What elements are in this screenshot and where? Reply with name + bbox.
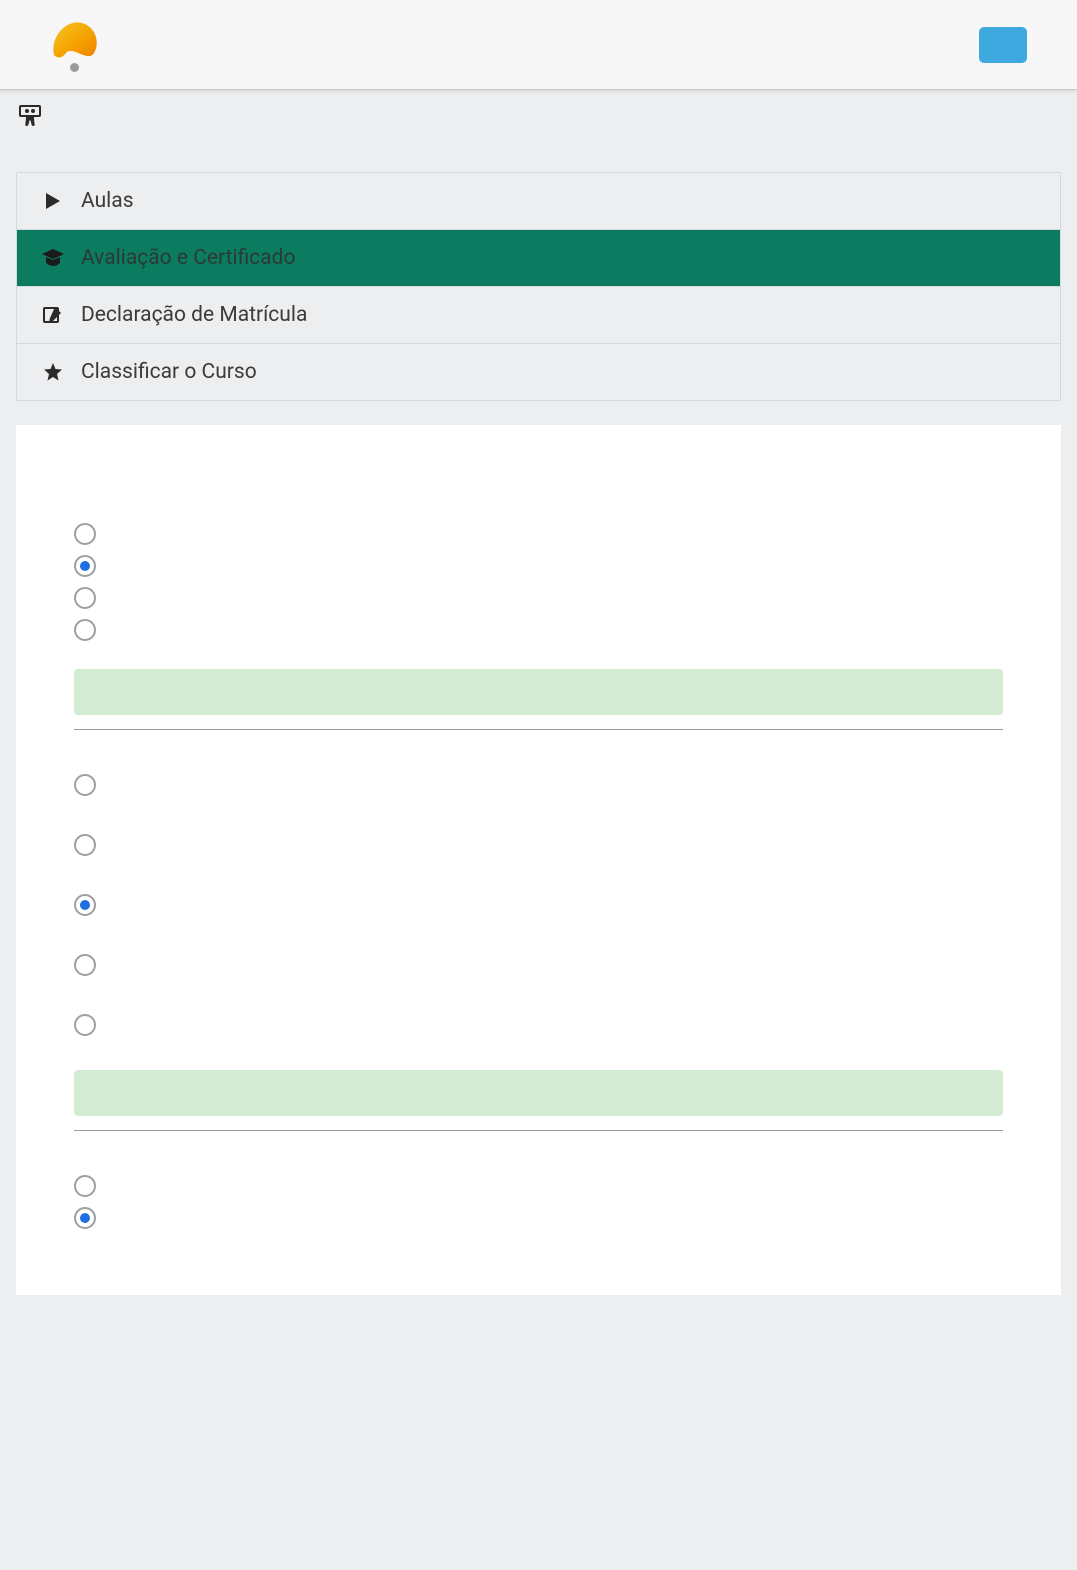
radio-input[interactable] xyxy=(74,555,96,577)
tab-label: Classificar o Curso xyxy=(81,360,257,384)
options-group xyxy=(74,519,1003,645)
tab-label: Declaração de Matrícula xyxy=(81,303,307,327)
option-row[interactable] xyxy=(74,1010,1003,1040)
radio-input[interactable] xyxy=(74,894,96,916)
option-row[interactable] xyxy=(74,551,1003,581)
radio-input[interactable] xyxy=(74,619,96,641)
pen-square-icon xyxy=(41,305,65,325)
menu-toggle-button[interactable] xyxy=(979,27,1027,63)
star-icon xyxy=(41,362,65,382)
tab-aulas[interactable]: Aulas xyxy=(17,173,1060,229)
option-row[interactable] xyxy=(74,1171,1003,1201)
radio-input[interactable] xyxy=(74,834,96,856)
option-row[interactable] xyxy=(74,890,1003,920)
question-block xyxy=(74,519,1003,730)
option-row[interactable] xyxy=(74,950,1003,980)
course-tabs: Aulas Avaliação e Certificado Declaração… xyxy=(16,172,1061,401)
radio-input[interactable] xyxy=(74,1175,96,1197)
question-block xyxy=(74,770,1003,1131)
option-row[interactable] xyxy=(74,615,1003,645)
feedback-success xyxy=(74,669,1003,715)
option-row[interactable] xyxy=(74,830,1003,860)
options-group xyxy=(74,770,1003,1040)
tab-label: Aulas xyxy=(81,189,134,213)
question-block xyxy=(74,1171,1003,1233)
question-divider xyxy=(74,729,1003,730)
question-divider xyxy=(74,1130,1003,1131)
graduation-cap-icon xyxy=(41,249,65,267)
radio-input[interactable] xyxy=(74,954,96,976)
option-row[interactable] xyxy=(74,583,1003,613)
slideshare-icon xyxy=(18,104,42,128)
radio-input[interactable] xyxy=(74,1207,96,1229)
options-group xyxy=(74,1171,1003,1233)
radio-input[interactable] xyxy=(74,523,96,545)
tab-label: Avaliação e Certificado xyxy=(81,246,296,270)
assessment-card xyxy=(16,425,1061,1295)
option-row[interactable] xyxy=(74,1203,1003,1233)
brand-logo[interactable] xyxy=(48,17,100,72)
navbar xyxy=(0,0,1077,90)
logo-dot-icon xyxy=(70,63,79,72)
option-row[interactable] xyxy=(74,519,1003,549)
radio-input[interactable] xyxy=(74,1014,96,1036)
context-icon-row xyxy=(0,90,1077,142)
radio-input[interactable] xyxy=(74,774,96,796)
radio-input[interactable] xyxy=(74,587,96,609)
feedback-success xyxy=(74,1070,1003,1116)
tab-avaliacao-certificado[interactable]: Avaliação e Certificado xyxy=(17,229,1060,286)
tab-classificar-curso[interactable]: Classificar o Curso xyxy=(17,343,1060,400)
play-icon xyxy=(41,191,65,211)
tab-declaracao-matricula[interactable]: Declaração de Matrícula xyxy=(17,286,1060,343)
logo-mark-icon xyxy=(48,17,100,65)
option-row[interactable] xyxy=(74,770,1003,800)
